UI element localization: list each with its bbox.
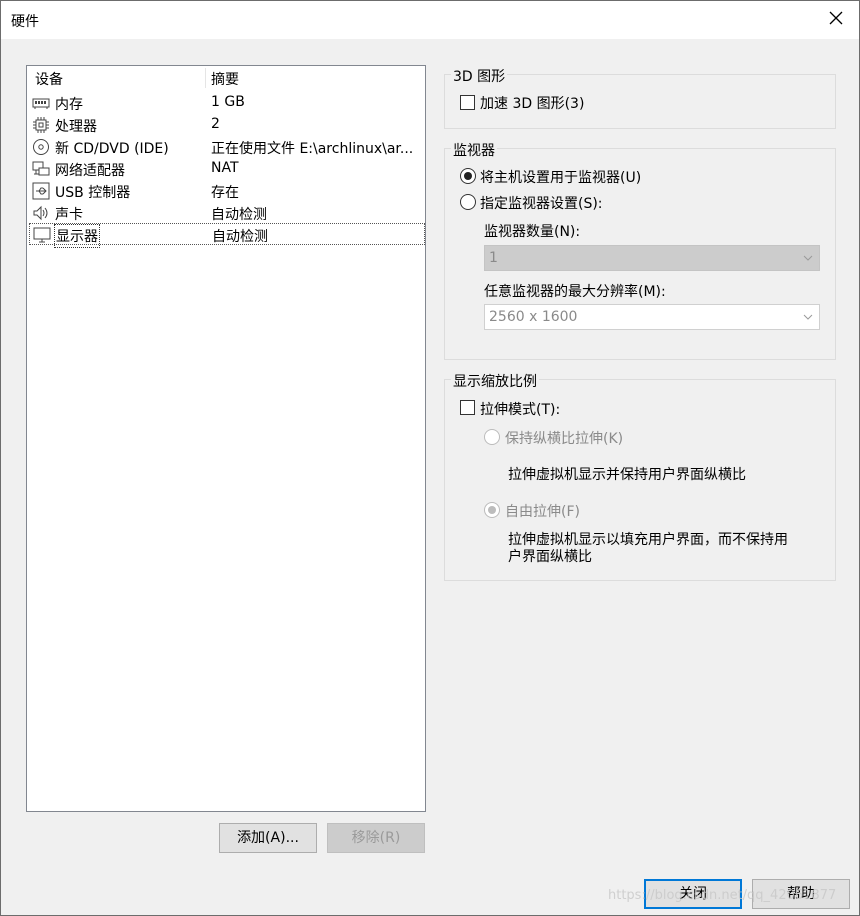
- device-summary: 2: [211, 116, 220, 132]
- accelerate-3d-label[interactable]: 加速 3D 图形(3): [480, 93, 584, 113]
- accelerate-3d-checkbox[interactable]: [460, 95, 475, 110]
- stretch-mode-checkbox[interactable]: [460, 400, 475, 415]
- monitor-count-select[interactable]: 1: [484, 245, 820, 271]
- device-name: 新 CD/DVD (IDE): [55, 141, 169, 157]
- free-stretch-label[interactable]: 自由拉伸(F): [505, 501, 580, 521]
- stretch-mode-label[interactable]: 拉伸模式(T):: [480, 399, 560, 419]
- group-title-3d-graphics: 3D 图形: [451, 66, 508, 86]
- monitor-count-value: 1: [489, 250, 498, 266]
- device-summary: 1 GB: [211, 94, 245, 110]
- monitor-count-label: 监视器数量(N):: [484, 224, 581, 240]
- device-name: USB 控制器: [55, 185, 131, 201]
- device-name: 处理器: [55, 119, 97, 135]
- device-name: 网络适配器: [55, 163, 125, 179]
- device-row-cd-dvd[interactable]: 新 CD/DVD (IDE) 正在使用文件 E:\archlinux\ar...: [29, 136, 425, 158]
- remove-device-button[interactable]: 移除(R): [327, 823, 425, 853]
- device-summary: NAT: [211, 160, 239, 176]
- keep-aspect-description: 拉伸虚拟机显示并保持用户界面纵横比: [508, 467, 746, 483]
- chevron-down-icon: [803, 314, 813, 320]
- hardware-dialog: 硬件 设备 摘要 内存 1 GB 处理器 2 新 CD/DVD (IDE) 正在…: [0, 0, 860, 916]
- group-title-display-scaling: 显示缩放比例: [451, 371, 539, 391]
- memory-icon: [32, 98, 50, 109]
- group-title-monitors: 监视器: [451, 140, 497, 160]
- processor-icon: [33, 117, 49, 133]
- keep-aspect-stretch-label[interactable]: 保持纵横比拉伸(K): [505, 428, 623, 448]
- free-stretch-radio[interactable]: [484, 502, 500, 518]
- device-row-memory[interactable]: 内存 1 GB: [29, 92, 425, 114]
- close-icon[interactable]: [827, 9, 845, 27]
- specify-monitor-settings-label[interactable]: 指定监视器设置(S):: [480, 193, 603, 213]
- chevron-down-icon: [803, 255, 813, 261]
- device-summary: 存在: [211, 185, 239, 201]
- column-header-device[interactable]: 设备: [35, 69, 63, 89]
- free-stretch-description-line2: 户界面纵横比: [508, 549, 592, 565]
- device-row-usb-controller[interactable]: USB 控制器 存在: [29, 180, 425, 202]
- specify-monitor-settings-radio[interactable]: [460, 194, 476, 210]
- device-row-display[interactable]: 显示器 自动检测: [29, 223, 425, 248]
- max-resolution-select[interactable]: 2560 x 1600: [484, 304, 820, 330]
- max-resolution-value: 2560 x 1600: [489, 309, 578, 325]
- column-separator[interactable]: [205, 68, 206, 88]
- network-adapter-icon: [32, 161, 50, 176]
- device-name: 声卡: [55, 207, 83, 223]
- list-header: 设备 摘要: [27, 66, 425, 90]
- watermark-text: https://blog.csdn.net/qq_42061877: [608, 888, 837, 903]
- device-summary: 正在使用文件 E:\archlinux\ar...: [211, 141, 414, 157]
- device-list[interactable]: 设备 摘要 内存 1 GB 处理器 2 新 CD/DVD (IDE) 正在使用文…: [26, 65, 426, 812]
- display-icon: [33, 227, 51, 243]
- usb-controller-icon: [32, 182, 50, 200]
- add-device-button[interactable]: 添加(A)...: [219, 823, 317, 853]
- window-title: 硬件: [11, 14, 39, 30]
- device-row-processor[interactable]: 处理器 2: [29, 114, 425, 136]
- device-summary: 自动检测: [212, 229, 268, 245]
- column-header-summary[interactable]: 摘要: [211, 69, 239, 89]
- cd-dvd-icon: [33, 139, 49, 155]
- keep-aspect-stretch-radio[interactable]: [484, 429, 500, 445]
- device-summary: 自动检测: [211, 207, 267, 223]
- use-host-settings-label[interactable]: 将主机设置用于监视器(U): [480, 167, 641, 187]
- device-row-sound-card[interactable]: 声卡 自动检测: [29, 202, 425, 224]
- device-name: 内存: [55, 97, 83, 113]
- sound-card-icon: [33, 205, 48, 221]
- title-bar: 硬件: [1, 1, 859, 39]
- device-row-network-adapter[interactable]: 网络适配器 NAT: [29, 158, 425, 180]
- max-resolution-label: 任意监视器的最大分辨率(M):: [484, 284, 666, 300]
- use-host-settings-radio[interactable]: [460, 168, 476, 184]
- device-name: 显示器: [54, 224, 100, 248]
